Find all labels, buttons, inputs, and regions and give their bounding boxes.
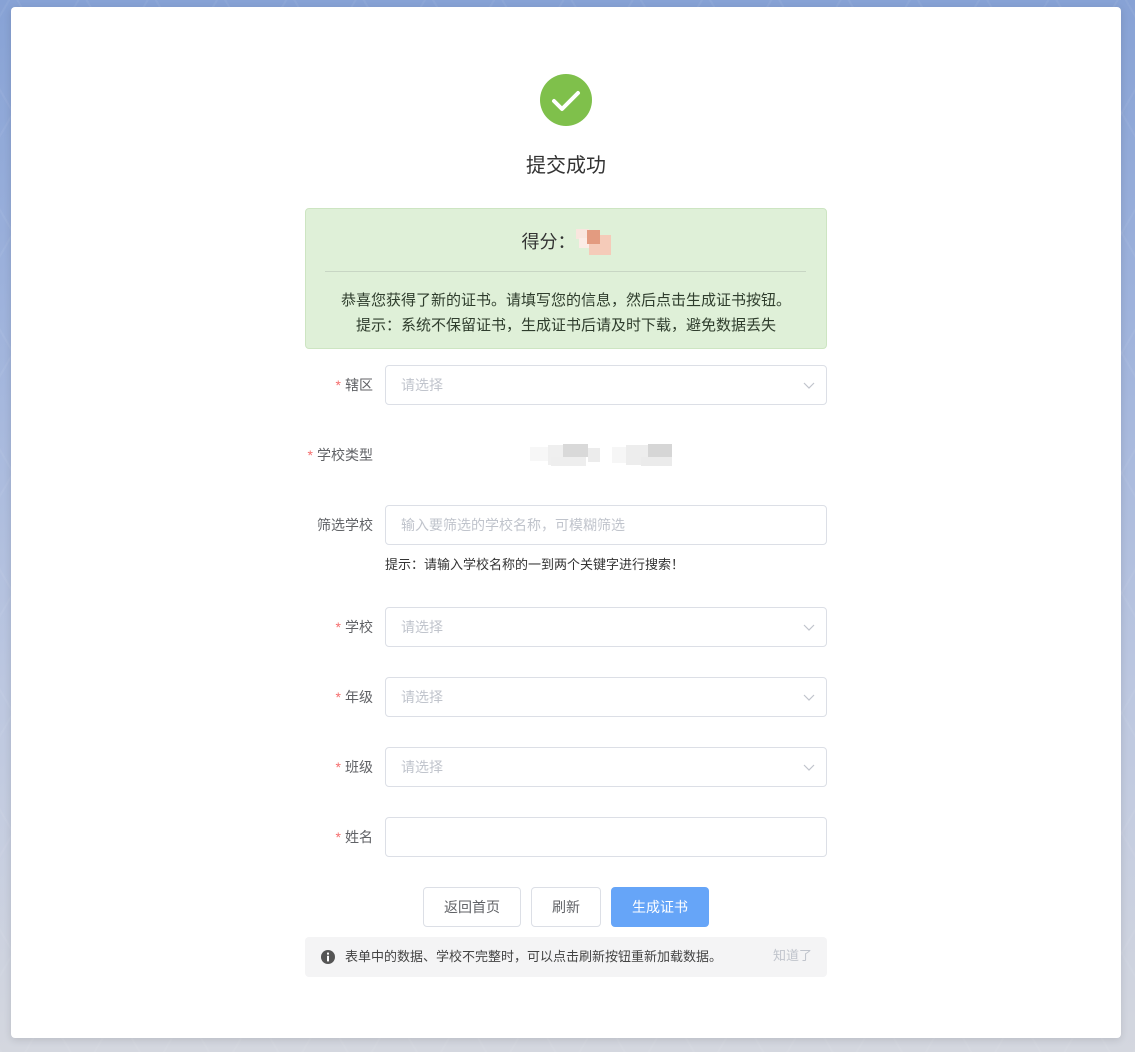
form-item-grade: * 年级 请选择 (285, 677, 827, 717)
notice-text: 表单中的数据、学校不完整时，可以点击刷新按钮重新加载数据。 (345, 949, 723, 964)
district-select[interactable]: 请选择 (385, 365, 827, 405)
school-filter-label: 筛选学校 (317, 517, 373, 533)
check-circle-icon (540, 74, 592, 126)
class-label-text: 班级 (345, 759, 373, 775)
message-line: 恭喜您获得了新的证书。请填写您的信息，然后点击生成证书按钮。 (340, 292, 791, 309)
form-item-district: * 辖区 请选择 (285, 365, 827, 405)
message-line: 提示：系统不保留证书，生成证书后请及时下载，避免数据丢失 (355, 317, 776, 334)
required-mark: * (335, 689, 341, 705)
school-select[interactable]: 请选择 (385, 607, 827, 647)
form-item-name: * 姓名 (285, 817, 827, 857)
grade-select[interactable]: 请选择 (385, 677, 827, 717)
district-label: * 辖区 (285, 365, 385, 405)
back-home-button[interactable]: 返回首页 (423, 887, 521, 927)
required-mark: * (335, 377, 341, 393)
district-select-placeholder: 请选择 (401, 377, 443, 393)
school-type-label: * 学校类型 (285, 435, 385, 475)
certificate-message: 恭喜您获得了新的证书。请填写您的信息，然后点击生成证书按钮。 提示：系统不保留证… (306, 288, 826, 338)
score-divider (325, 271, 806, 272)
school-type-option-blurred[interactable] (530, 443, 602, 467)
score-value-blurred (575, 229, 611, 255)
generate-certificate-button[interactable]: 生成证书 (611, 887, 709, 927)
class-select-placeholder: 请选择 (401, 759, 443, 775)
score-row: 得分： (306, 229, 826, 255)
school-type-option-blurred[interactable] (612, 443, 674, 467)
name-input[interactable] (385, 817, 827, 857)
required-mark: * (335, 759, 341, 775)
notice-dismiss-link[interactable]: 知道了 (773, 937, 812, 975)
refresh-button[interactable]: 刷新 (531, 887, 601, 927)
school-select-placeholder: 请选择 (401, 619, 443, 635)
required-mark: * (335, 829, 341, 845)
chevron-down-icon (803, 694, 815, 701)
school-filter-input[interactable] (385, 505, 827, 545)
grade-select-placeholder: 请选择 (401, 689, 443, 705)
info-icon (321, 950, 335, 964)
school-filter-hint: 提示：请输入学校名称的一到两个关键字进行搜索！ (385, 557, 685, 572)
score-label: 得分： (521, 232, 576, 252)
name-label: * 姓名 (285, 817, 385, 857)
page-title: 提交成功 (526, 155, 606, 177)
required-mark: * (335, 619, 341, 635)
chevron-down-icon (803, 764, 815, 771)
score-panel: 得分： 恭喜您获得了新的证书。请填写您的信息，然后点击生成证书按钮。 提示：系统… (305, 208, 827, 349)
info-notice: 表单中的数据、学校不完整时，可以点击刷新按钮重新加载数据。 知道了 (305, 937, 827, 977)
school-label: * 学校 (285, 607, 385, 647)
class-label: * 班级 (285, 747, 385, 787)
chevron-down-icon (803, 382, 815, 389)
name-label-text: 姓名 (345, 829, 373, 845)
school-type-label-text: 学校类型 (317, 447, 373, 463)
form-item-school: * 学校 请选择 (285, 607, 827, 647)
class-select[interactable]: 请选择 (385, 747, 827, 787)
form-item-class: * 班级 请选择 (285, 747, 827, 787)
form-item-school-filter: 筛选学校 (285, 505, 827, 545)
school-label-text: 学校 (345, 619, 373, 635)
grade-label-text: 年级 (345, 689, 373, 705)
chevron-down-icon (803, 624, 815, 631)
district-label-text: 辖区 (345, 377, 373, 393)
grade-label: * 年级 (285, 677, 385, 717)
required-mark: * (307, 447, 313, 463)
result-card: 提交成功 得分： 恭喜您获得了新的证书。请填写您的信息，然后点击生成证书按钮。 … (11, 7, 1121, 1038)
